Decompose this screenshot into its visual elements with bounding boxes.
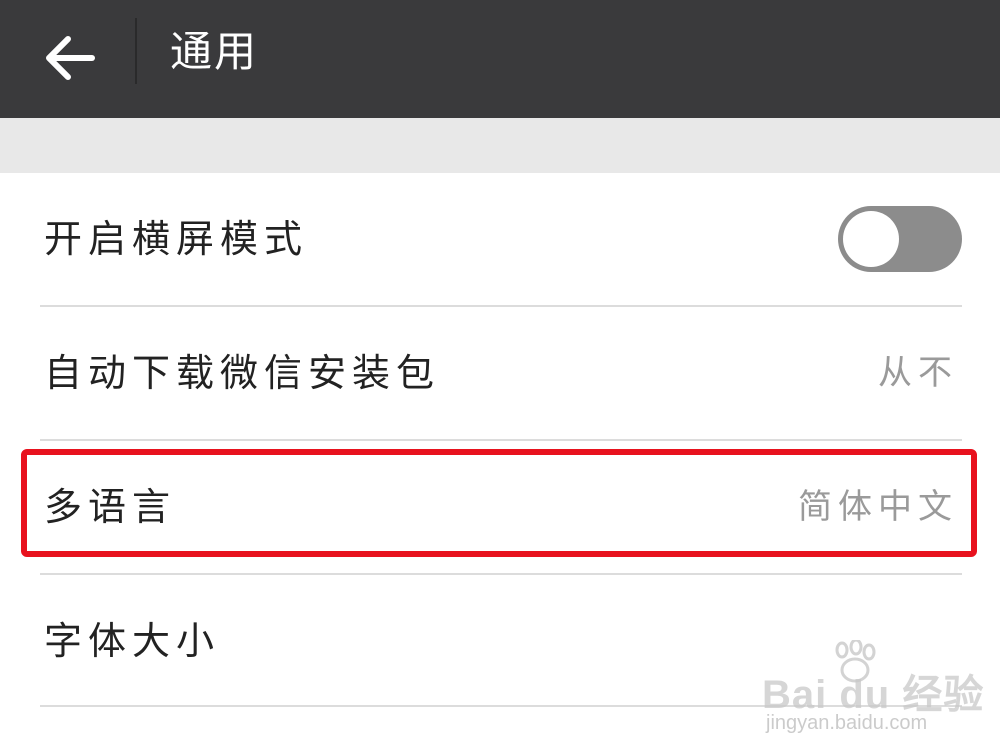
setting-label: 字体大小 xyxy=(44,619,221,663)
setting-landscape-mode[interactable]: 开启横屏模式 xyxy=(0,173,1000,305)
header-divider xyxy=(135,18,137,84)
watermark-url: jingyan.baidu.com xyxy=(766,712,928,734)
back-button[interactable] xyxy=(30,18,110,98)
setting-label: 自动下载微信安装包 xyxy=(44,351,441,395)
top-app-bar: 通用 xyxy=(0,0,1000,118)
toggle-knob xyxy=(843,211,899,267)
section-spacer xyxy=(0,118,1000,173)
setting-value: 简体中文 xyxy=(798,487,958,527)
setting-value: 从不 xyxy=(878,353,958,393)
page-title: 通用 xyxy=(170,27,259,76)
setting-language[interactable]: 多语言 简体中文 xyxy=(0,441,1000,573)
setting-label: 开启横屏模式 xyxy=(44,217,309,261)
setting-font-size[interactable]: 字体大小 xyxy=(0,575,1000,707)
setting-auto-download[interactable]: 自动下载微信安装包 从不 xyxy=(0,307,1000,439)
setting-label: 多语言 xyxy=(44,485,177,529)
row-divider xyxy=(40,705,962,707)
landscape-mode-toggle[interactable] xyxy=(838,206,962,272)
arrow-left-icon xyxy=(46,36,95,80)
